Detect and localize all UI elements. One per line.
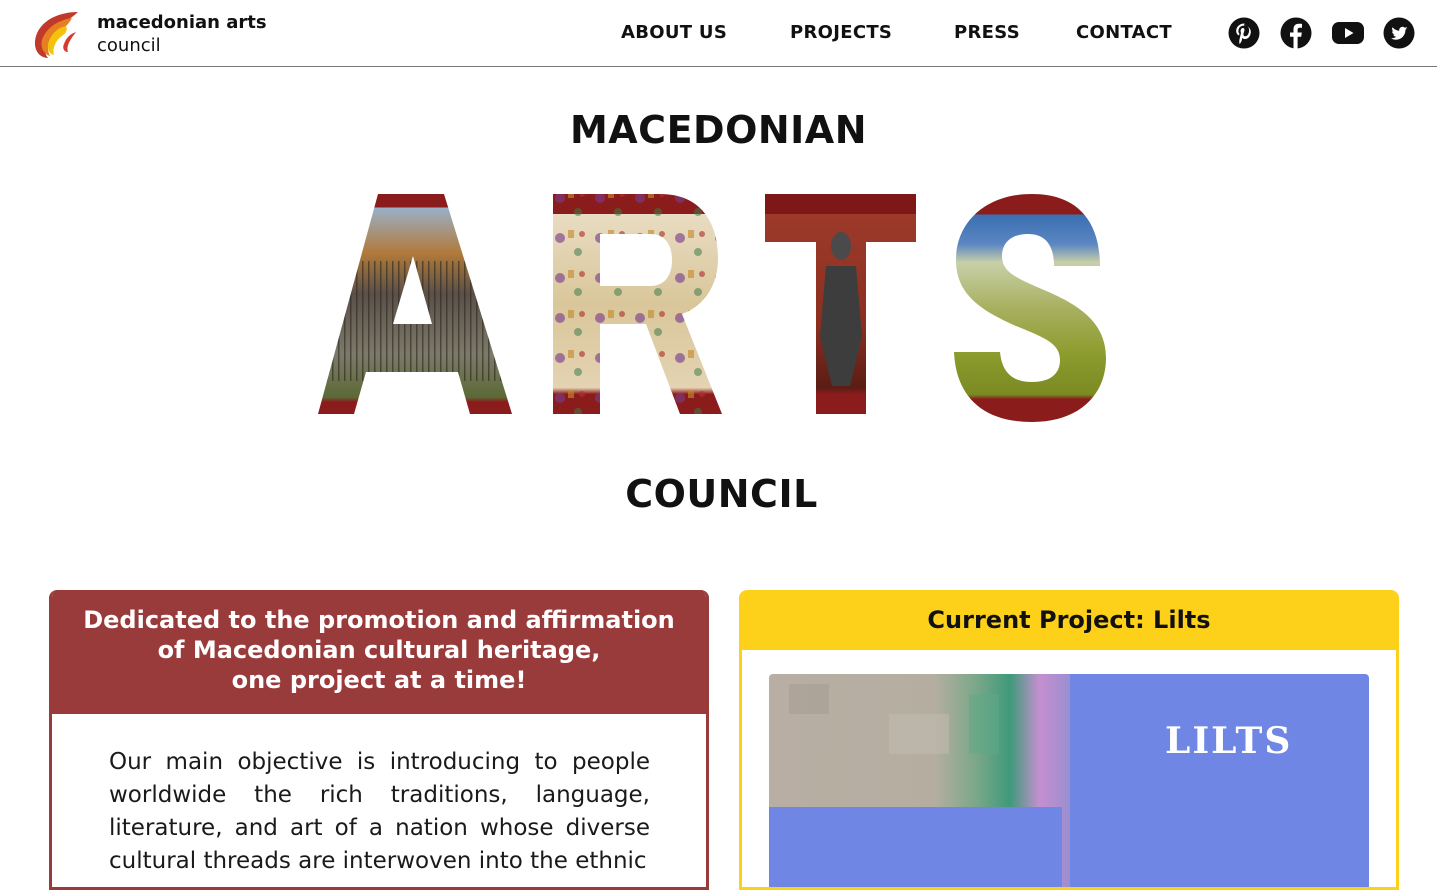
letter-a — [318, 194, 512, 414]
mission-heading: Dedicated to the promotion and affirmati… — [52, 590, 706, 714]
nav-press[interactable]: PRESS — [954, 22, 1020, 43]
logo-icon[interactable] — [32, 10, 80, 60]
facebook-icon[interactable] — [1280, 17, 1312, 49]
current-project-heading[interactable]: Current Project: Lilts — [742, 590, 1396, 650]
lilts-project-image[interactable] — [769, 674, 1369, 890]
letter-r — [553, 194, 722, 414]
pinterest-icon[interactable] — [1228, 17, 1260, 49]
nav-projects[interactable]: PROJECTS — [790, 22, 892, 43]
nav-contact[interactable]: CONTACT — [1076, 22, 1172, 43]
youtube-icon[interactable] — [1332, 17, 1364, 49]
mission-body: Our main objective is introducing to peo… — [109, 749, 650, 874]
hero-title-bottom: COUNCIL — [625, 472, 818, 516]
hero-title-top: MACEDONIAN — [569, 108, 868, 152]
twitter-icon[interactable] — [1383, 17, 1415, 49]
nav-about-us[interactable]: ABOUT US — [621, 22, 727, 43]
brand-name-line2: council — [97, 35, 161, 56]
mission-card: Dedicated to the promotion and affirmati… — [49, 590, 709, 890]
brand-name-line1: macedonian arts — [97, 12, 267, 33]
hero-arts-word — [318, 194, 1106, 422]
current-project-card: Current Project: Lilts LILTS — [739, 590, 1399, 890]
site-header: macedonian arts council ABOUT US PROJECT… — [0, 0, 1437, 67]
brand-name[interactable]: macedonian arts council — [97, 11, 267, 57]
mission-heading-line: of Macedonian cultural heritage, — [157, 636, 601, 664]
mission-heading-line: Dedicated to the promotion and affirmati… — [83, 606, 675, 634]
letter-s — [954, 194, 1106, 422]
letter-t — [765, 194, 916, 414]
lilts-image-title: LILTS — [1165, 720, 1293, 762]
mission-heading-line: one project at a time! — [231, 666, 527, 694]
